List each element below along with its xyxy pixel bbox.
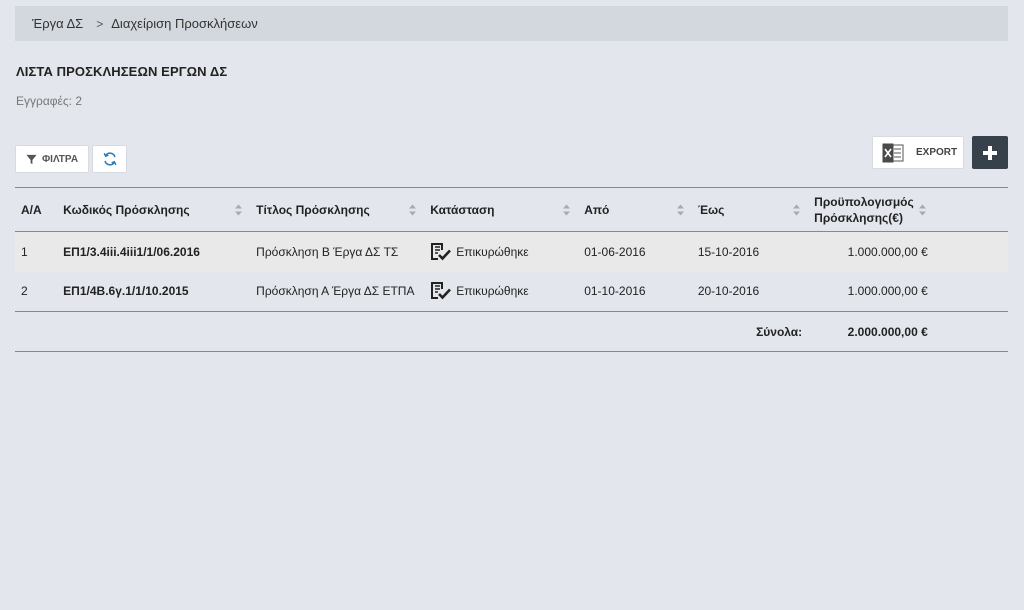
cell-code: ΕΠ1/4Β.6γ.1/1/10.2015 — [57, 271, 251, 312]
records-count: Εγγραφές: 2 — [16, 94, 83, 108]
cell-status: Επικυρώθηκε — [424, 271, 579, 312]
cell-budget: 1.000.000,00 € — [808, 271, 934, 312]
sort-icon[interactable] — [409, 204, 417, 215]
budget-header-line2: Πρόσκλησης(€) — [814, 210, 903, 225]
cell-from: 01-06-2016 — [578, 231, 692, 272]
cell-code: ΕΠ1/3.4iii.4iii1/1/06.2016 — [57, 231, 251, 272]
breadcrumb-separator: > — [96, 16, 104, 31]
cell-to: 15-10-2016 — [691, 231, 809, 272]
column-header-aa: Α/Α — [15, 187, 58, 232]
status-label: Επικυρώθηκε — [456, 284, 529, 299]
column-header-budget[interactable]: Προϋπολογισμός Πρόσκλησης(€) — [808, 187, 934, 232]
cell-spacer — [933, 271, 1008, 312]
add-call-button[interactable] — [972, 136, 1008, 169]
filter-icon — [26, 154, 37, 164]
cell-from: 01-10-2016 — [578, 271, 692, 312]
cell-title: Πρόσκληση Β Έργα ΔΣ ΤΣ — [250, 231, 425, 272]
table-row[interactable]: 2 ΕΠ1/4Β.6γ.1/1/10.2015 Πρόσκληση Α Έργα… — [15, 271, 1008, 312]
cell-to: 20-10-2016 — [691, 271, 809, 312]
totals-value: 2.000.000,00 € — [808, 311, 934, 352]
column-header-title[interactable]: Τίτλος Πρόσκλησης — [250, 187, 425, 232]
sort-icon[interactable] — [676, 204, 684, 215]
column-header-code[interactable]: Κωδικός Πρόσκλησης — [57, 187, 251, 232]
cell-budget: 1.000.000,00 € — [808, 231, 934, 272]
cell-aa: 1 — [15, 231, 58, 272]
column-header-to[interactable]: Έως — [691, 187, 809, 232]
export-button-label: EXPORT — [916, 147, 958, 158]
page-title: ΛΙΣΤΑ ΠΡΟΣΚΛΗΣΕΩΝ ΕΡΓΩΝ ΔΣ — [16, 64, 228, 79]
column-header-from[interactable]: Από — [578, 187, 692, 232]
sort-icon[interactable] — [235, 204, 243, 215]
approved-document-icon — [431, 282, 452, 300]
cell-title: Πρόσκληση Α Έργα ΔΣ ΕΤΠΑ — [250, 271, 425, 312]
table-header-row: Α/Α Κωδικός Πρόσκλησης Τίτλος Πρόσκλησης… — [15, 187, 1008, 232]
breadcrumb: Έργα ΔΣ > Διαχείριση Προσκλήσεων — [15, 6, 1008, 41]
export-button[interactable]: EXPORT — [872, 136, 964, 169]
refresh-button[interactable] — [92, 145, 127, 173]
column-header-status[interactable]: Κατάσταση — [424, 187, 579, 232]
sort-icon[interactable] — [918, 204, 926, 215]
excel-icon — [882, 143, 904, 162]
cell-spacer — [933, 231, 1008, 272]
breadcrumb-item-calls: Διαχείριση Προσκλήσεων — [111, 16, 258, 31]
status-label: Επικυρώθηκε — [456, 244, 529, 259]
calls-table: Α/Α Κωδικός Πρόσκλησης Τίτλος Πρόσκλησης… — [15, 187, 1008, 352]
budget-header-line1: Προϋπολογισμός — [814, 194, 914, 209]
sort-icon[interactable] — [563, 204, 571, 215]
approved-document-icon — [431, 242, 452, 261]
refresh-icon — [103, 152, 116, 166]
column-header-spacer — [933, 187, 1008, 232]
cell-status: Επικυρώθηκε — [424, 231, 579, 272]
breadcrumb-item-projects[interactable]: Έργα ΔΣ — [32, 16, 83, 31]
filter-button-label: ΦΙΛΤΡΑ — [41, 153, 79, 165]
table-row[interactable]: 1 ΕΠ1/3.4iii.4iii1/1/06.2016 Πρόσκληση Β… — [15, 231, 1008, 272]
sort-icon[interactable] — [793, 204, 801, 215]
filter-button[interactable]: ΦΙΛΤΡΑ — [15, 145, 89, 173]
totals-row: Σύνολα: 2.000.000,00 € — [15, 311, 1008, 352]
totals-label: Σύνολα: — [691, 311, 809, 352]
cell-aa: 2 — [15, 271, 58, 312]
plus-icon — [983, 145, 997, 160]
